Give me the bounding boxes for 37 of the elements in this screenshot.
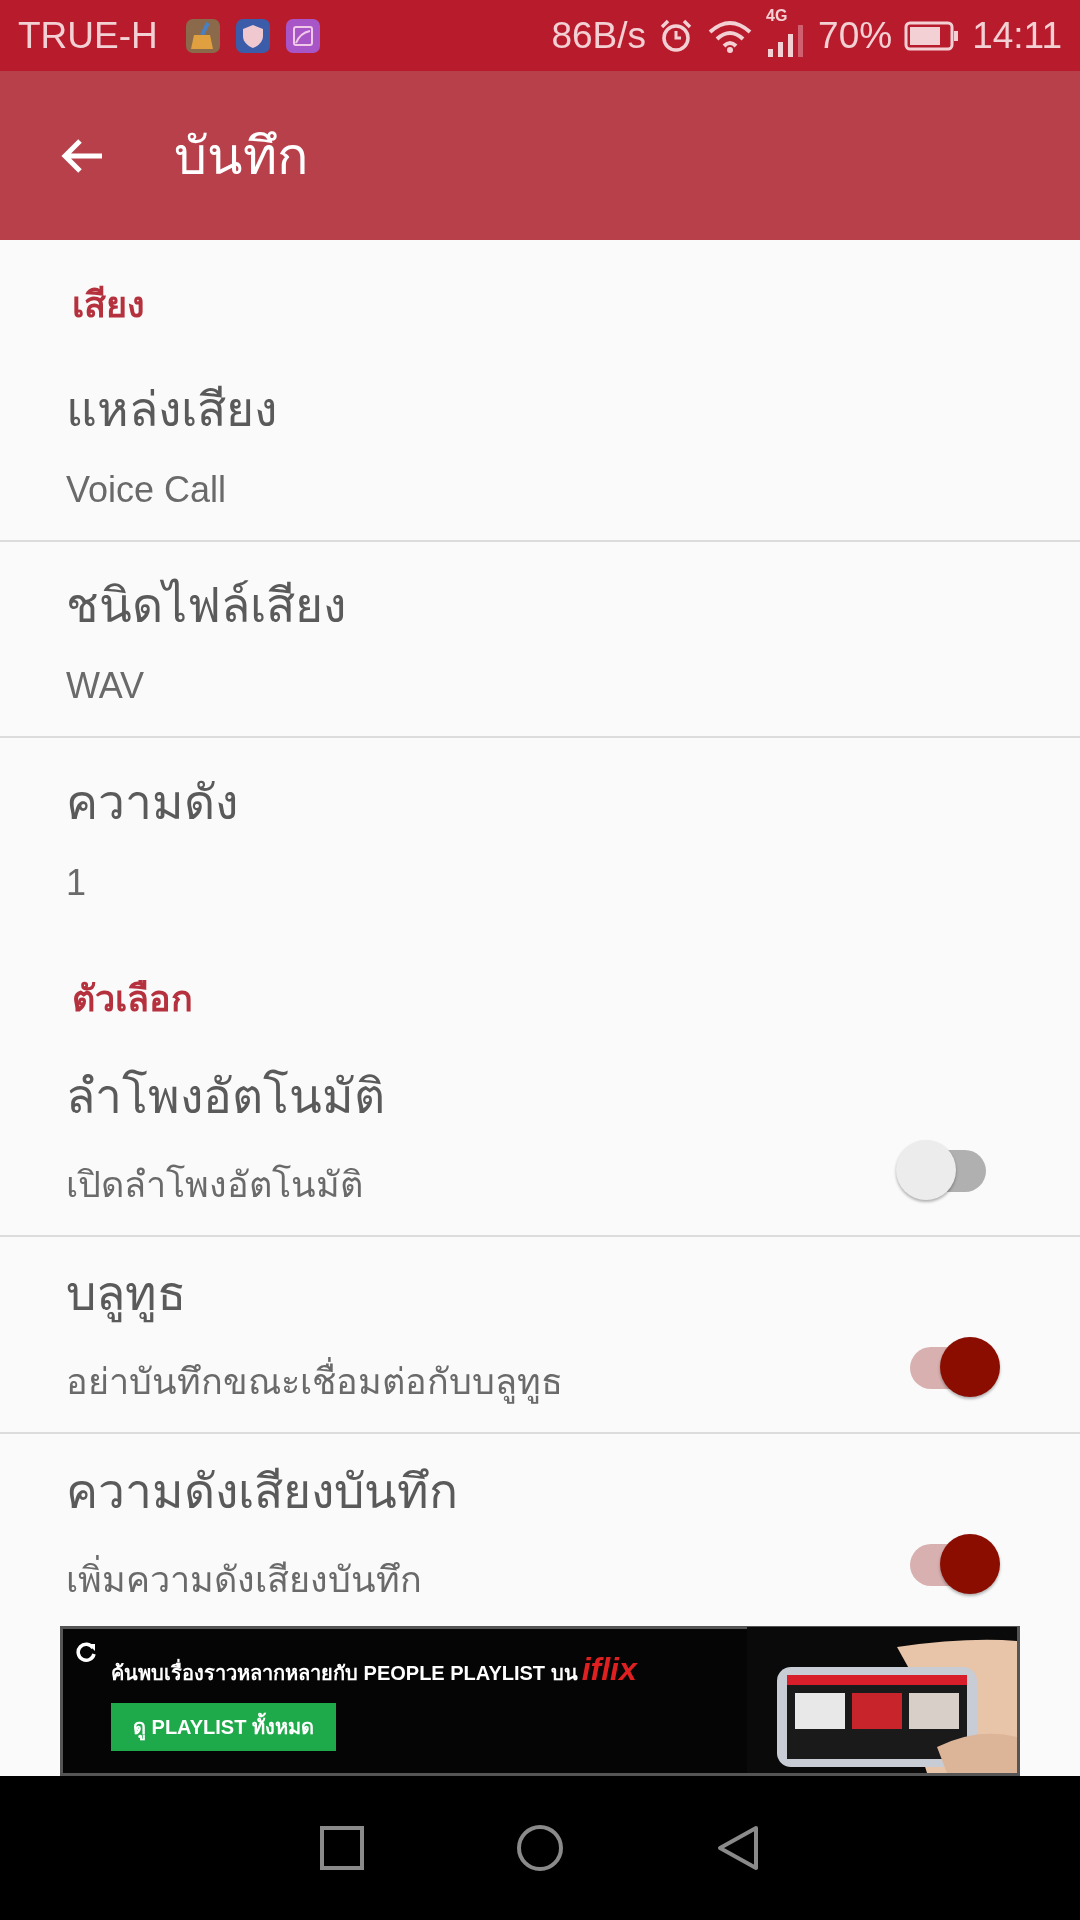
setting-summary: Voice Call [66,469,228,511]
section-header: เสียง [71,283,146,327]
battery-icon [904,20,961,51]
setting-title: ความดังเสียงบันทึก [66,1463,459,1520]
setting-summary: เปิดลำโพงอัตโนมัติ [66,1163,364,1207]
setting-title: ความดัง [66,775,239,831]
settings-item[interactable]: ความดัง 1 [0,738,1080,934]
refresh-icon [75,1641,97,1663]
battery-percent: 70% [818,14,893,57]
setting-title: แหล่งเสียง [66,382,278,438]
setting-title: บลูทูธ [66,1255,892,1331]
brand-logo: iflix [581,1651,637,1688]
clock: 14:11 [972,14,1062,57]
setting-summary: 1 [66,862,88,904]
settings-item[interactable]: ชนิดไฟล์เสียง WAV [0,542,1080,738]
network-speed: 86B/s [551,14,647,57]
square-icon [318,1824,366,1872]
network-type-label: 4G [766,6,788,25]
settings-item[interactable]: ลำโพงอัตโนมัติ เปิดลำโพงอัตโนมัติ [0,1040,1080,1237]
carrier-name: TRUE-H [18,14,158,57]
shield-icon [235,18,270,53]
screen-title: บันทึก [174,126,308,187]
ad-headline: ค้นพบเรื่องราวหลากหลายกับ PEOPLE PLAYLIST บน [111,1657,578,1689]
setting-summary: WAV [66,665,145,707]
home-button[interactable] [516,1824,564,1872]
recents-button[interactable] [318,1824,366,1872]
section-header: ตัวเลือก [71,977,194,1021]
ad-banner[interactable]: ค้นพบเรื่องราวหลากหลายกับ PEOPLE PLAYLIST บนiflix ดู PLAYLIST ทั้งหมด [60,1626,1020,1776]
picture-icon [285,18,320,53]
circle-icon [516,1824,564,1872]
broom-icon [185,18,220,53]
settings-item[interactable]: แหล่งเสียง Voice Call [0,346,1080,542]
setting-summary: อย่าบันทึกขณะเชื่อมต่อกับบลูทูธ [66,1353,892,1410]
settings-item[interactable]: บลูทูธ อย่าบันทึกขณะเชื่อมต่อกับบลูทูธ [0,1237,1080,1434]
setting-title: ชนิดไฟล์เสียง [66,577,347,634]
setting-title: ลำโพงอัตโนมัติ [66,1068,386,1125]
setting-summary: เพิ่มความดังเสียงบันทึก [66,1550,892,1608]
